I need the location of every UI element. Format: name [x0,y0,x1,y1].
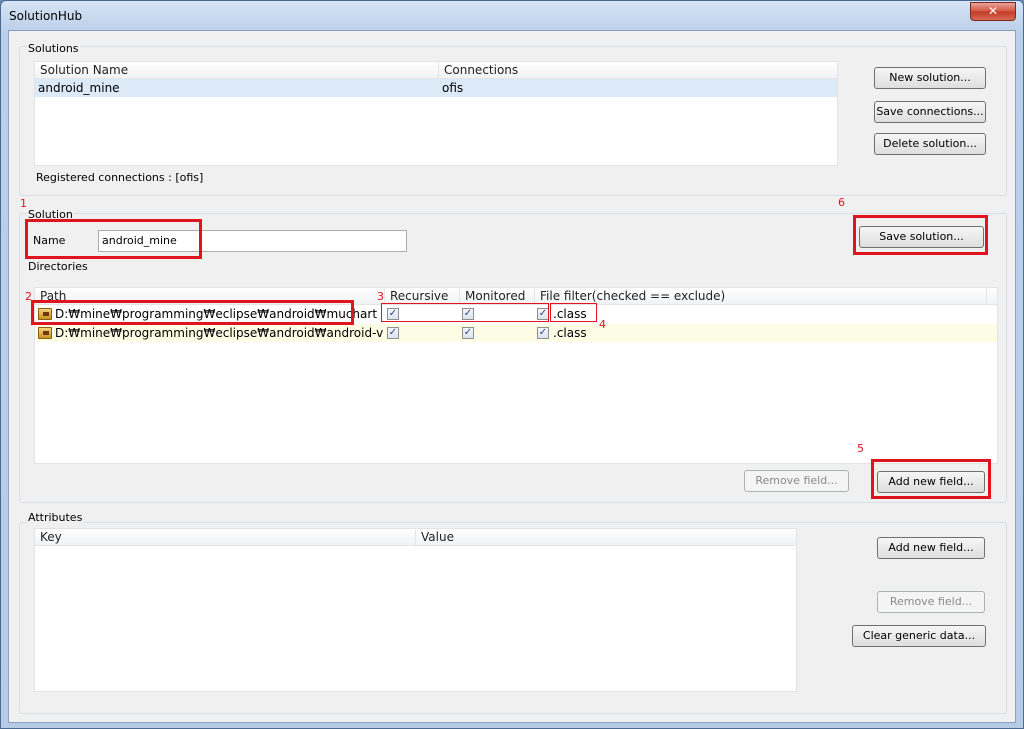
path-cell: D:₩mine₩programming₩eclipse₩android₩andr… [55,326,383,340]
annotation-box-checkboxes [381,303,549,322]
attributes-remove-field-button[interactable]: Remove field... [877,591,985,613]
directories-label: Directories [27,260,89,273]
col-solution-name[interactable]: Solution Name [35,62,439,79]
attributes-table-header: Key Value [35,529,796,546]
recursive-checkbox[interactable]: ✓ [387,327,399,339]
solution-name-cell: android_mine [38,81,120,95]
new-solution-button[interactable]: New solution... [874,67,986,89]
delete-solution-button[interactable]: Delete solution... [874,133,986,155]
solution-connections-cell: ofis [442,81,464,95]
filter-cell[interactable]: .class [553,324,587,342]
col-key[interactable]: Key [35,529,416,546]
col-file-filter[interactable]: File filter(checked == exclude) [535,288,987,305]
title-bar[interactable]: SolutionHub ✕ [1,1,1023,31]
attributes-table[interactable]: Key Value [34,528,797,692]
clear-generic-data-button[interactable]: Clear generic data... [852,625,986,647]
table-row[interactable]: D:₩mine₩programming₩eclipse₩android₩andr… [35,324,997,342]
directories-remove-field-button[interactable]: Remove field... [744,470,849,492]
annotation-number: 3 [377,290,384,303]
annotation-number: 6 [838,196,845,209]
col-value[interactable]: Value [416,529,798,546]
registered-connections-text: Registered connections : [ofis] [36,171,204,184]
window-title: SolutionHub [9,9,83,23]
solutions-group-label: Solutions [27,42,80,55]
annotation-box-filter [550,303,597,322]
solutions-table[interactable]: Solution Name Connections android_mine o… [34,61,838,166]
annotation-number: 1 [20,197,27,210]
annotation-box-path [31,300,354,325]
annotation-number: 4 [599,318,606,331]
col-connections[interactable]: Connections [439,62,839,79]
annotation-number: 5 [857,442,864,455]
table-row[interactable]: android_mine ofis [35,79,837,97]
annotation-box-save-solution [853,215,988,255]
annotation-box-add-field [871,459,991,499]
attributes-group-label: Attributes [27,511,84,524]
annotation-box-name [25,219,202,259]
monitored-checkbox[interactable]: ✓ [462,327,474,339]
solutions-table-header: Solution Name Connections [35,62,837,79]
filter-checkbox[interactable]: ✓ [537,327,549,339]
save-connections-button[interactable]: Save connections... [874,101,986,123]
close-button[interactable]: ✕ [970,2,1016,21]
attributes-add-field-button[interactable]: Add new field... [877,537,985,559]
folder-icon [38,327,52,339]
client-area: Solutions Solution Name Connections andr… [8,30,1016,723]
